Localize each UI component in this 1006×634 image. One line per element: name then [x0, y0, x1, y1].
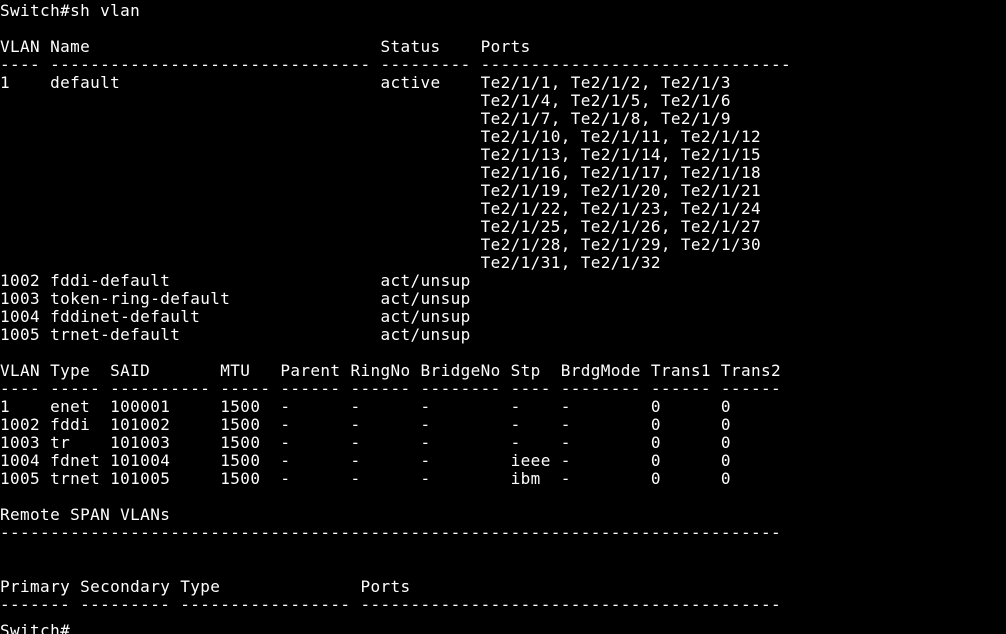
- vlan-row: 1005 trnet-default act/unsup: [0, 325, 471, 344]
- type-table-header: VLAN Type SAID MTU Parent RingNo BridgeN…: [0, 361, 781, 380]
- vlan-table-header: VLAN Name Status Ports: [0, 37, 531, 56]
- vlan-row: 1 default active Te2/1/1, Te2/1/2, Te2/1…: [0, 73, 731, 92]
- type-row: 1005 trnet 101005 1500 - - - ibm - 0 0: [0, 469, 731, 488]
- vlan-row: 1002 fddi-default act/unsup: [0, 271, 471, 290]
- vlan-row: 1004 fddinet-default act/unsup: [0, 307, 471, 326]
- command-line: Switch#sh vlan: [0, 1, 141, 20]
- pvlan-separator: ------- --------- ----------------- ----…: [0, 595, 781, 614]
- type-row: 1004 fdnet 101004 1500 - - - ieee - 0 0: [0, 451, 731, 470]
- vlan-row: Te2/1/7, Te2/1/8, Te2/1/9: [0, 109, 731, 128]
- type-row: 1003 tr 101003 1500 - - - - - 0 0: [0, 433, 731, 452]
- vlan-row: Te2/1/31, Te2/1/32: [0, 253, 661, 272]
- final-prompt: Switch#: [0, 621, 71, 634]
- vlan-row: Te2/1/10, Te2/1/11, Te2/1/12: [0, 127, 761, 146]
- pvlan-header: Primary Secondary Type Ports: [0, 577, 411, 596]
- vlan-row: 1003 token-ring-default act/unsup: [0, 289, 471, 308]
- terminal-window[interactable]: Switch#sh vlan VLAN Name Status Ports --…: [0, 0, 1006, 634]
- vlan-row: Te2/1/19, Te2/1/20, Te2/1/21: [0, 181, 761, 200]
- vlan-row: Te2/1/22, Te2/1/23, Te2/1/24: [0, 199, 761, 218]
- type-table-separator: ---- ----- ---------- ----- ------ -----…: [0, 379, 781, 398]
- vlan-row: Te2/1/4, Te2/1/5, Te2/1/6: [0, 91, 731, 110]
- vlan-table-separator: ---- -------------------------------- --…: [0, 55, 792, 74]
- rspan-separator: ----------------------------------------…: [0, 523, 781, 542]
- type-row: 1002 fddi 101002 1500 - - - - - 0 0: [0, 415, 731, 434]
- vlan-row: Te2/1/25, Te2/1/26, Te2/1/27: [0, 217, 761, 236]
- type-row: 1 enet 100001 1500 - - - - - 0 0: [0, 397, 731, 416]
- vlan-row: Te2/1/16, Te2/1/17, Te2/1/18: [0, 163, 761, 182]
- vlan-row: Te2/1/28, Te2/1/29, Te2/1/30: [0, 235, 761, 254]
- vlan-row: Te2/1/13, Te2/1/14, Te2/1/15: [0, 145, 761, 164]
- rspan-title: Remote SPAN VLANs: [0, 505, 171, 524]
